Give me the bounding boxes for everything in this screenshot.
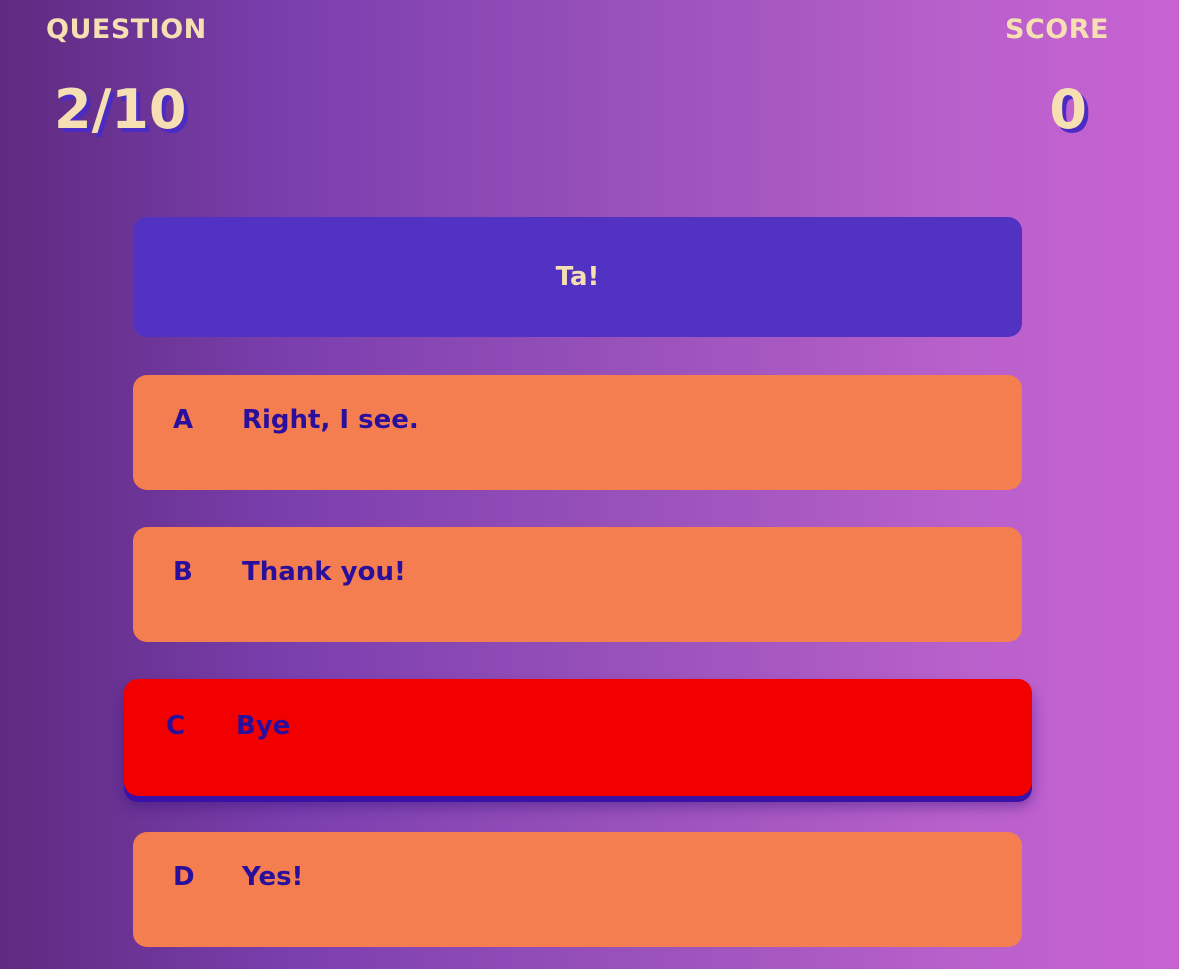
answer-letter: C <box>166 711 186 741</box>
answer-text: Bye <box>236 711 291 741</box>
question-counter-value: 2/10 <box>54 78 187 141</box>
question-text: Ta! <box>555 262 600 292</box>
answer-letter: A <box>173 405 194 435</box>
answer-option-a[interactable]: A Right, I see. <box>133 375 1022 490</box>
question-counter-label: QUESTION <box>46 14 207 45</box>
answer-option-b[interactable]: B Thank you! <box>133 527 1022 642</box>
answer-text: Right, I see. <box>242 405 419 435</box>
score-value: 0 <box>1049 78 1087 141</box>
answer-letter: D <box>173 862 195 892</box>
question-card: Ta! <box>133 217 1022 337</box>
answer-text: Yes! <box>242 862 304 892</box>
score-label: SCORE <box>1005 14 1109 45</box>
answer-letter: B <box>173 557 193 587</box>
answer-option-d[interactable]: D Yes! <box>133 832 1022 947</box>
answer-text: Thank you! <box>242 557 406 587</box>
answer-option-c[interactable]: C Bye <box>124 679 1032 796</box>
